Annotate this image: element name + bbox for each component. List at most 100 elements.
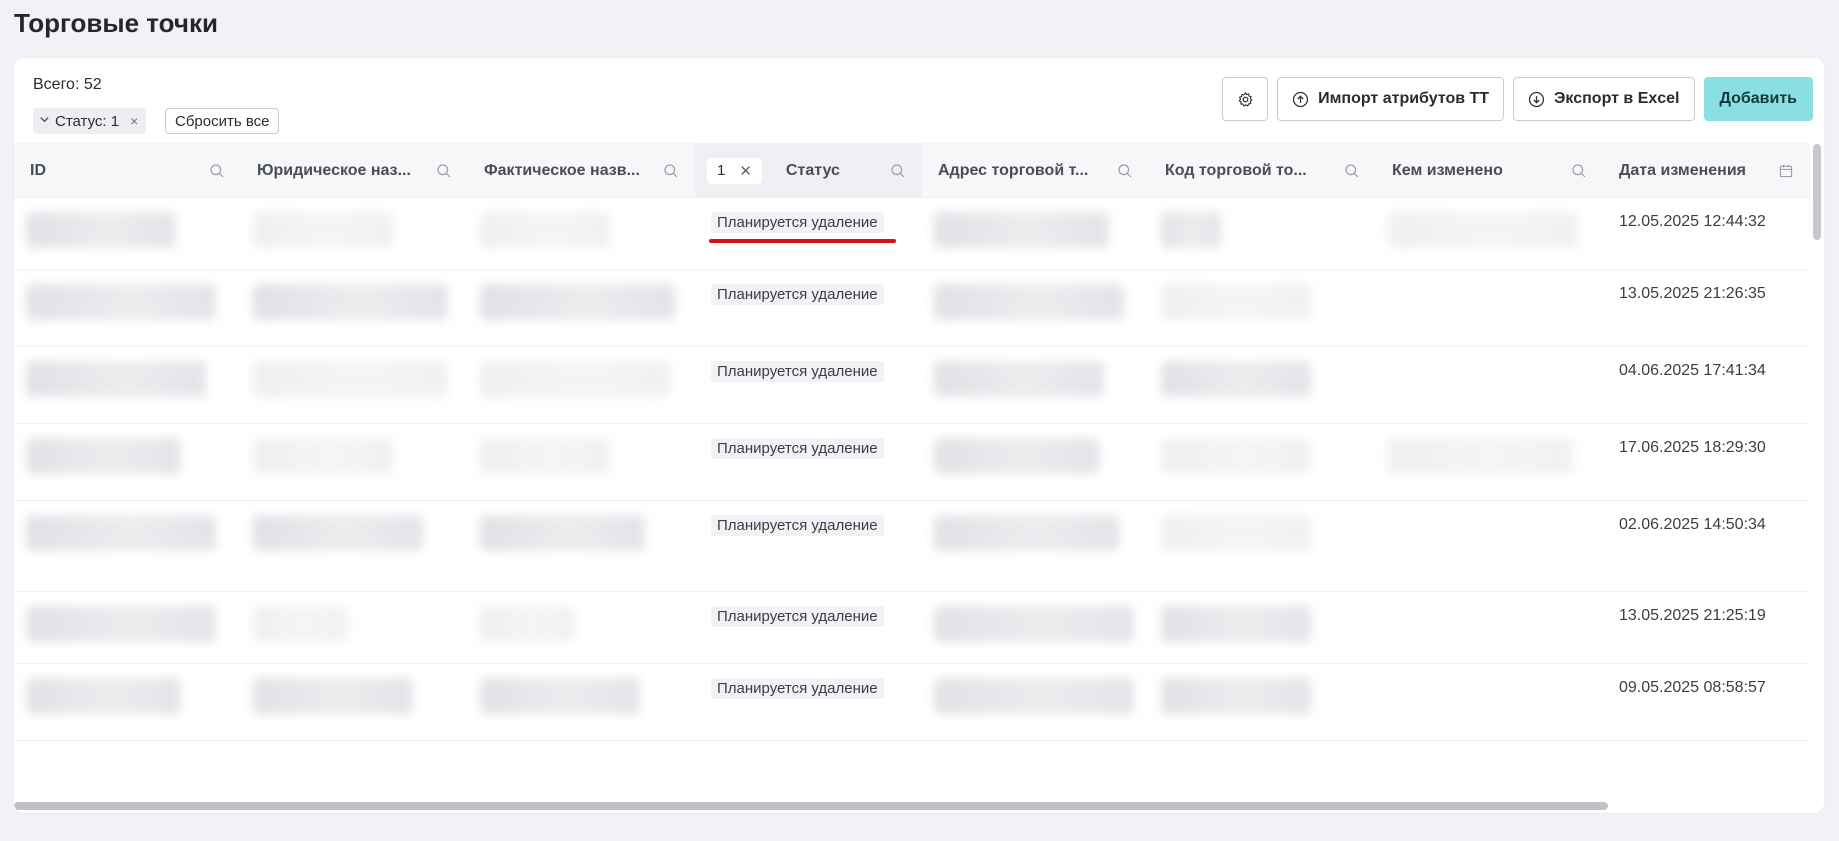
- changed-at-value: 09.05.2025 08:58:57: [1619, 679, 1766, 696]
- import-label: Импорт атрибутов ТТ: [1318, 90, 1490, 107]
- import-attributes-button[interactable]: Импорт атрибутов ТТ: [1277, 77, 1505, 121]
- status-cell: Планируется удаление: [695, 664, 922, 741]
- add-button[interactable]: Добавить: [1703, 77, 1813, 121]
- redacted-content: [26, 361, 206, 397]
- search-icon[interactable]: [1117, 163, 1133, 179]
- table-row[interactable]: Планируется удаление 02.06.2025 14:50:34: [14, 501, 1810, 592]
- close-icon[interactable]: ✕: [739, 162, 752, 180]
- download-icon: [1528, 91, 1545, 108]
- redacted-cell: [1149, 347, 1376, 424]
- redacted-cell: [468, 592, 695, 664]
- annotation-underline: [709, 239, 896, 243]
- redacted-content: [480, 361, 670, 397]
- redacted-cell: [1149, 501, 1376, 592]
- redacted-content: [1161, 212, 1221, 248]
- search-icon[interactable]: [1344, 163, 1360, 179]
- redacted-cell: [1149, 270, 1376, 347]
- redacted-cell: [241, 664, 468, 741]
- redacted-cell: [14, 501, 241, 592]
- column-header-changed-by[interactable]: Кем изменено: [1376, 143, 1603, 198]
- redacted-cell: [241, 424, 468, 501]
- redacted-content: [26, 678, 181, 714]
- redacted-cell: [468, 664, 695, 741]
- filter-chip-label: Статус: 1: [55, 112, 120, 130]
- changed-at-cell: 04.06.2025 17:41:34: [1603, 347, 1810, 424]
- redacted-content: [1388, 438, 1573, 474]
- redacted-content: [934, 361, 1104, 397]
- status-cell: Планируется удаление: [695, 592, 922, 664]
- redacted-cell: [1149, 198, 1376, 270]
- reset-filters-button[interactable]: Сбросить все: [165, 108, 280, 134]
- status-cell: Планируется удаление: [695, 347, 922, 424]
- table-card: Всего: 52 Статус: 1 × Сбросить все Импор…: [14, 58, 1824, 813]
- settings-button[interactable]: [1222, 77, 1269, 121]
- column-header-address[interactable]: Адрес торговой т...: [922, 143, 1149, 198]
- upload-icon: [1292, 91, 1309, 108]
- status-badge: Планируется удаление: [711, 515, 884, 536]
- table-row[interactable]: Планируется удаление 13.05.2025 21:25:19: [14, 592, 1810, 664]
- redacted-cell: [241, 592, 468, 664]
- data-grid: ID Юридическое наз... Фактическое назв..…: [14, 143, 1810, 797]
- search-icon[interactable]: [209, 163, 225, 179]
- column-header-outlet-code[interactable]: Код торговой то...: [1149, 143, 1376, 198]
- table-row[interactable]: Планируется удаление 09.05.2025 08:58:57: [14, 664, 1810, 741]
- changed-at-value: 02.06.2025 14:50:34: [1619, 516, 1766, 533]
- vertical-scrollbar[interactable]: [1813, 144, 1821, 240]
- search-icon[interactable]: [890, 163, 906, 179]
- calendar-icon[interactable]: [1778, 163, 1794, 179]
- redacted-cell: [1376, 501, 1603, 592]
- redacted-content: [26, 515, 216, 551]
- changed-at-value: 13.05.2025 21:25:19: [1619, 607, 1766, 624]
- search-icon[interactable]: [663, 163, 679, 179]
- redacted-content: [934, 284, 1124, 320]
- status-filter-chip[interactable]: Статус: 1 ×: [33, 108, 147, 134]
- changed-at-cell: 02.06.2025 14:50:34: [1603, 501, 1810, 592]
- redacted-cell: [241, 270, 468, 347]
- table-row[interactable]: Планируется удаление 04.06.2025 17:41:34: [14, 347, 1810, 424]
- search-icon[interactable]: [436, 163, 452, 179]
- redacted-cell: [468, 501, 695, 592]
- column-header-id[interactable]: ID: [14, 143, 241, 198]
- changed-at-value: 17.06.2025 18:29:30: [1619, 439, 1766, 456]
- column-header-changed-at[interactable]: Дата изменения: [1603, 143, 1810, 198]
- redacted-cell: [922, 664, 1149, 741]
- status-badge: Планируется удаление: [711, 284, 884, 305]
- changed-at-cell: 09.05.2025 08:58:57: [1603, 664, 1810, 741]
- export-excel-button[interactable]: Экспорт в Excel: [1513, 77, 1695, 121]
- redacted-cell: [14, 664, 241, 741]
- redacted-cell: [1149, 664, 1376, 741]
- redacted-cell: [1149, 592, 1376, 664]
- column-header-actual-name[interactable]: Фактическое назв...: [468, 143, 695, 198]
- redacted-cell: [922, 424, 1149, 501]
- redacted-content: [1161, 515, 1311, 551]
- redacted-content: [26, 212, 176, 248]
- total-count: Всего: 52: [33, 76, 102, 93]
- redacted-content: [1161, 361, 1311, 397]
- redacted-content: [253, 284, 448, 320]
- horizontal-scrollbar[interactable]: [14, 802, 1608, 810]
- redacted-content: [26, 284, 216, 320]
- column-header-status[interactable]: 1 ✕ Статус: [695, 143, 922, 198]
- status-filter-badge[interactable]: 1 ✕: [707, 157, 762, 184]
- redacted-cell: [1376, 664, 1603, 741]
- redacted-content: [480, 606, 575, 642]
- table-body: Планируется удаление 12.05.2025 12:44:32 П…: [14, 198, 1810, 741]
- status-cell: Планируется удаление: [695, 424, 922, 501]
- status-badge: Планируется удаление: [711, 361, 884, 382]
- table-row[interactable]: Планируется удаление 12.05.2025 12:44:32: [14, 198, 1810, 270]
- redacted-cell: [14, 424, 241, 501]
- changed-at-value: 12.05.2025 12:44:32: [1619, 213, 1766, 230]
- table-row[interactable]: Планируется удаление 17.06.2025 18:29:30: [14, 424, 1810, 501]
- search-icon[interactable]: [1571, 163, 1587, 179]
- redacted-cell: [922, 270, 1149, 347]
- redacted-content: [26, 438, 181, 474]
- redacted-content: [26, 606, 216, 642]
- redacted-content: [480, 678, 640, 714]
- close-icon[interactable]: ×: [130, 113, 138, 129]
- column-header-legal-name[interactable]: Юридическое наз...: [241, 143, 468, 198]
- redacted-cell: [14, 347, 241, 424]
- table-row[interactable]: Планируется удаление 13.05.2025 21:26:35: [14, 270, 1810, 347]
- redacted-content: [1388, 212, 1578, 248]
- export-label: Экспорт в Excel: [1554, 90, 1680, 107]
- redacted-cell: [1376, 347, 1603, 424]
